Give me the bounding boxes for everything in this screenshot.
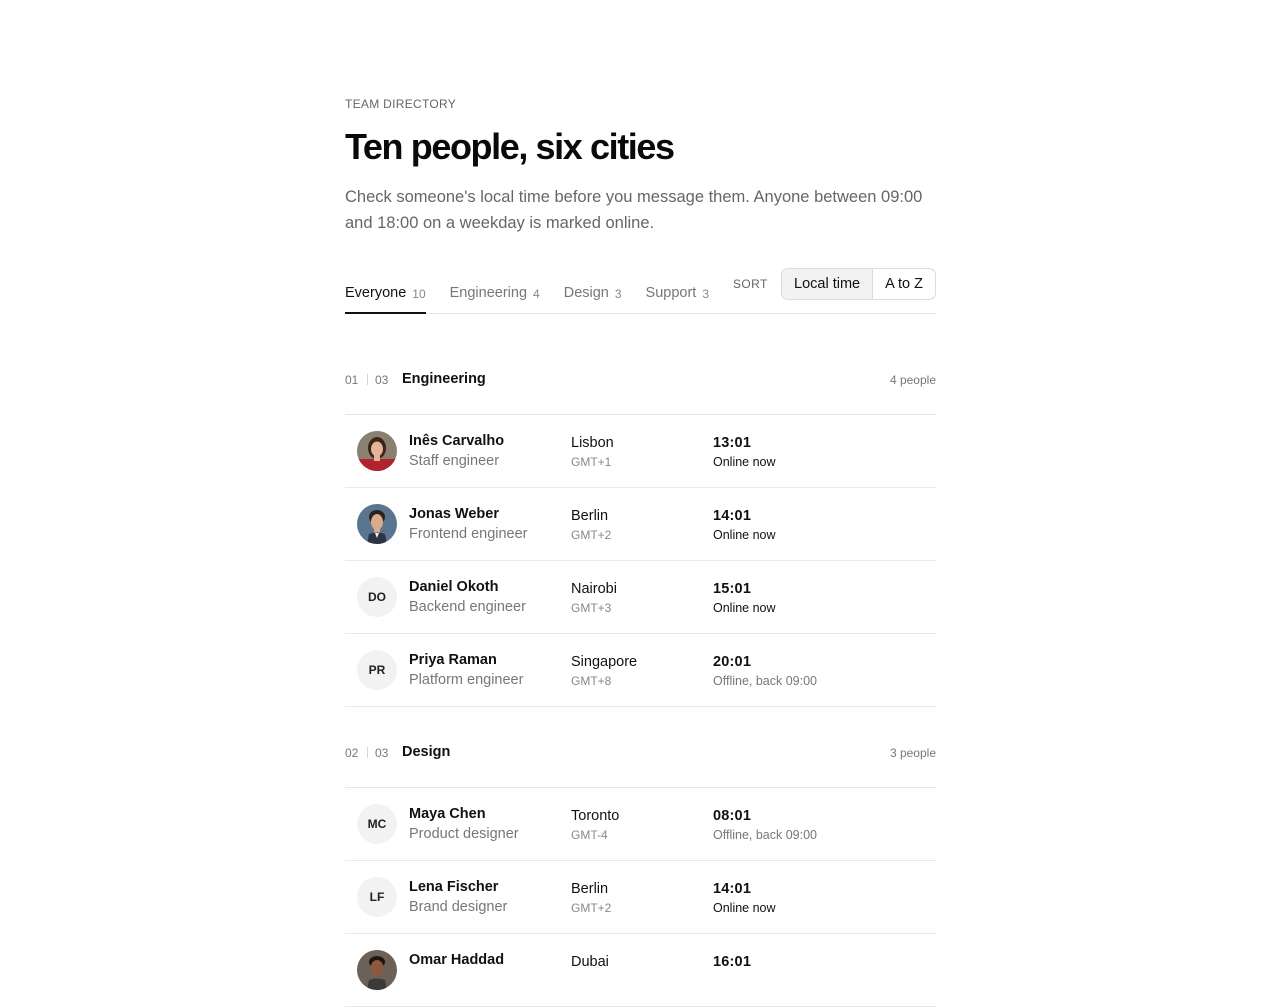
person-role: Platform engineer xyxy=(409,672,524,688)
person-city: Berlin xyxy=(571,881,609,897)
tab-count: 3 xyxy=(702,287,710,301)
group-count: 3 people xyxy=(889,746,936,760)
sort-a-to-z-button[interactable]: A to Z xyxy=(872,269,935,299)
person-status: Online now xyxy=(713,601,776,615)
person-status: Offline, back 09:00 xyxy=(713,828,818,842)
photo-avatar-red xyxy=(357,431,397,471)
tab-label: Support xyxy=(645,285,697,301)
group-header: 02 03 Design 3 people xyxy=(345,742,936,788)
person-local-time: 14:01 xyxy=(713,881,752,897)
filter-toolbar: Everyone 10 Engineering 4 Design 3 Suppo… xyxy=(345,268,936,314)
person-status: Online now xyxy=(713,528,776,542)
person-timezone: GMT-4 xyxy=(571,828,608,842)
person-city: Dubai xyxy=(571,954,609,970)
tab-count: 3 xyxy=(614,287,622,301)
person-name: Priya Raman xyxy=(409,652,497,668)
person-city: Berlin xyxy=(571,508,609,524)
person-timezone: GMT+1 xyxy=(571,455,612,469)
group-total: 03 xyxy=(375,373,389,387)
eyebrow: TEAM DIRECTORY xyxy=(345,97,457,111)
sort-toggle: Local time A to Z xyxy=(781,268,936,300)
person-status: Offline, back 09:00 xyxy=(713,674,818,688)
person-row[interactable]: LF Lena Fischer Brand designer Berlin GM… xyxy=(345,861,936,934)
person-city: Lisbon xyxy=(571,435,614,451)
person-role: Brand designer xyxy=(409,899,508,915)
person-name: Inês Carvalho xyxy=(409,433,505,449)
person-local-time: 14:01 xyxy=(713,508,752,524)
person-row[interactable]: PR Priya Raman Platform engineer Singapo… xyxy=(345,634,936,707)
person-city: Nairobi xyxy=(571,581,617,597)
tab-engineering[interactable]: Engineering 4 xyxy=(450,268,540,313)
person-role: Frontend engineer xyxy=(409,526,528,542)
tab-count: 10 xyxy=(412,287,426,301)
group-index: 01 xyxy=(345,373,359,387)
person-city: Toronto xyxy=(571,808,620,824)
person-city: Singapore xyxy=(571,654,638,670)
avatar xyxy=(357,950,397,990)
person-name: Maya Chen xyxy=(409,806,486,822)
group-name: Design xyxy=(402,744,451,760)
person-row[interactable]: MC Maya Chen Product designer Toronto GM… xyxy=(345,788,936,861)
person-local-time: 08:01 xyxy=(713,808,752,824)
team-tabs: Everyone 10 Engineering 4 Design 3 Suppo… xyxy=(345,268,733,314)
person-role: Backend engineer xyxy=(409,599,526,615)
avatar-initials: PR xyxy=(357,650,397,690)
group-header: 01 03 Engineering 4 people xyxy=(345,369,936,415)
tab-label: Everyone xyxy=(345,285,407,301)
person-name: Lena Fischer xyxy=(409,879,499,895)
avatar-initials: MC xyxy=(357,804,397,844)
group-design: 02 03 Design 3 people MC Maya Chen Produ… xyxy=(345,742,936,1007)
group-name: Engineering xyxy=(402,371,486,387)
person-timezone: GMT+3 xyxy=(571,601,612,615)
person-role: Product designer xyxy=(409,826,519,842)
group-engineering: 01 03 Engineering 4 people Inês Carvalho… xyxy=(345,369,936,707)
tab-label: Engineering xyxy=(449,285,528,301)
person-local-time: 15:01 xyxy=(713,581,752,597)
avatar xyxy=(357,504,397,544)
photo-avatar-blue xyxy=(357,504,397,544)
person-timezone: GMT+2 xyxy=(571,901,612,915)
sort-local-time-button[interactable]: Local time xyxy=(782,269,873,299)
avatar-initials: LF xyxy=(357,877,397,917)
avatar-initials: DO xyxy=(357,577,397,617)
tab-count: 4 xyxy=(533,287,540,301)
photo-avatar-dark xyxy=(357,950,397,990)
avatar xyxy=(357,431,397,471)
person-row[interactable]: Omar Haddad Dubai 16:01 xyxy=(345,934,936,1007)
person-timezone: GMT+2 xyxy=(571,528,612,542)
group-index-divider xyxy=(367,747,368,758)
person-row[interactable]: DO Daniel Okoth Backend engineer Nairobi… xyxy=(345,561,936,634)
person-row[interactable]: Inês Carvalho Staff engineer Lisbon GMT+… xyxy=(345,415,936,488)
tab-support[interactable]: Support 3 xyxy=(646,268,709,313)
person-row[interactable]: Jonas Weber Frontend engineer Berlin GMT… xyxy=(345,488,936,561)
group-total: 03 xyxy=(375,746,389,760)
group-index-divider xyxy=(367,374,368,385)
page-description: Check someone's local time before you me… xyxy=(345,188,923,232)
person-status: Online now xyxy=(713,901,776,915)
person-name: Omar Haddad xyxy=(409,952,505,968)
group-count: 4 people xyxy=(889,373,936,387)
tab-design[interactable]: Design 3 xyxy=(564,268,622,313)
person-name: Jonas Weber xyxy=(409,506,499,522)
person-local-time: 16:01 xyxy=(713,954,752,970)
person-local-time: 20:01 xyxy=(713,654,752,670)
sort-label: SORT xyxy=(733,277,768,291)
person-timezone: GMT+8 xyxy=(571,674,612,688)
tab-everyone[interactable]: Everyone 10 xyxy=(345,268,426,314)
person-name: Daniel Okoth xyxy=(409,579,499,595)
group-index: 02 xyxy=(345,746,359,760)
person-status: Online now xyxy=(713,455,776,469)
tab-label: Design xyxy=(563,285,609,301)
page-title: Ten people, six cities xyxy=(345,126,675,167)
person-local-time: 13:01 xyxy=(713,435,752,451)
person-role: Staff engineer xyxy=(409,453,500,469)
